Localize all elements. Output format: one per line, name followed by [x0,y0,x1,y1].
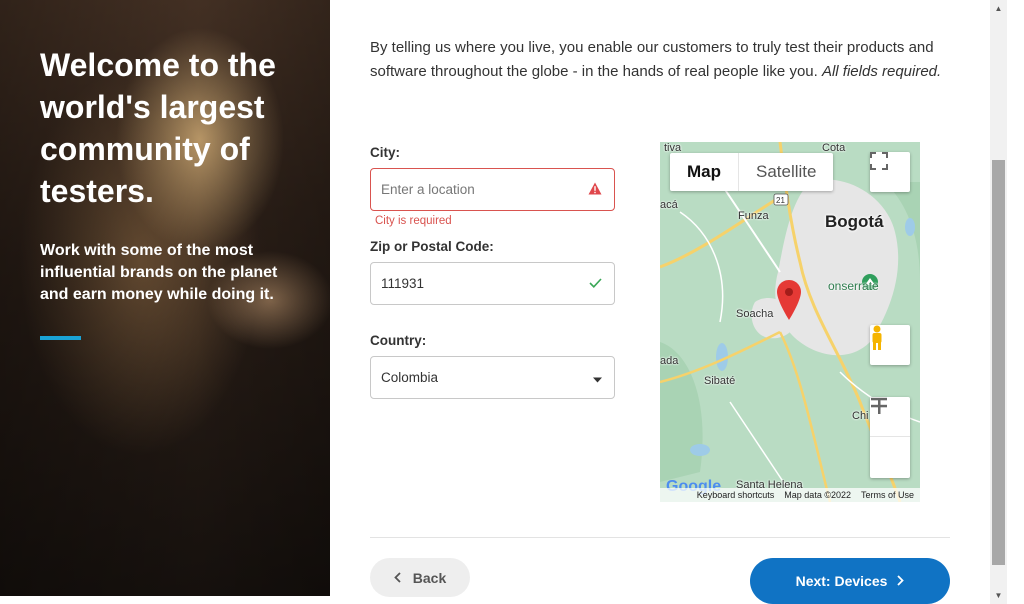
map-type-toggle: Map Satellite [670,153,834,191]
location-map[interactable]: 21 tiva Cota acá Funza Bogotá onserrate … [660,142,920,502]
map-footer: Keyboard shortcuts Map data ©2022 Terms … [660,488,920,502]
map-place-bogota: Bogotá [825,212,884,231]
caret-down-icon [593,370,602,385]
zip-value: 111931 [381,276,425,291]
check-icon [589,276,602,291]
fullscreen-icon[interactable] [870,152,910,192]
zoom-out-icon[interactable] [870,397,910,477]
zoom-in-icon[interactable] [870,397,910,437]
map-place-aca: acá [660,199,678,211]
chevron-right-icon [897,573,905,589]
keyboard-shortcuts-link[interactable]: Keyboard shortcuts [697,490,775,500]
map-place-monserrate: onserrate [828,279,879,293]
zip-input[interactable]: 111931 [370,262,615,305]
route-shield-number: 21 [776,196,785,205]
country-value: Colombia [381,370,439,385]
zoom-controls [870,397,910,478]
intro-text: By telling us where you live, you enable… [370,36,955,84]
city-input[interactable]: Enter a location [370,168,615,211]
map-place-sibate: Sibaté [704,375,736,387]
map-tab-map[interactable]: Map [670,153,739,191]
city-placeholder: Enter a location [381,182,475,197]
country-label: Country: [370,333,427,348]
intro-emphasis: All fields required. [821,63,942,80]
next-button-label: Next: Devices [795,573,888,589]
scroll-thumb[interactable] [992,160,1005,565]
map-tab-satellite[interactable]: Satellite [739,153,833,191]
country-select[interactable]: Colombia [370,356,615,399]
hero-accent-bar [40,336,81,340]
terms-of-use-link[interactable]: Terms of Use [861,490,914,500]
scroll-up-arrow-icon[interactable]: ▲ [990,0,1007,17]
zip-label: Zip or Postal Code: [370,239,494,254]
city-label: City: [370,145,400,160]
hero-title: Welcome to the world's largest community… [40,47,276,209]
map-place-chi: Chi [852,410,869,422]
city-error: City is required [375,215,452,227]
page-scrollbar[interactable]: ▲ ▼ [990,0,1007,604]
hero-subtitle: Work with some of the most influential b… [40,242,278,303]
back-button-label: Back [412,569,447,586]
back-button[interactable]: Back [370,558,470,597]
hero-panel: Welcome to the world's largest community… [0,0,330,596]
map-place-soacha: Soacha [736,308,774,320]
scroll-down-arrow-icon[interactable]: ▼ [990,587,1007,604]
next-devices-button[interactable]: Next: Devices [750,558,950,604]
footer-divider [370,537,950,538]
warning-icon [588,182,602,198]
map-data-attribution: Map data ©2022 [784,490,851,500]
map-place-funza: Funza [738,210,769,222]
map-place-ada: ada [660,355,679,367]
chevron-left-icon [393,570,401,586]
street-view-pegman-icon[interactable] [870,325,910,365]
